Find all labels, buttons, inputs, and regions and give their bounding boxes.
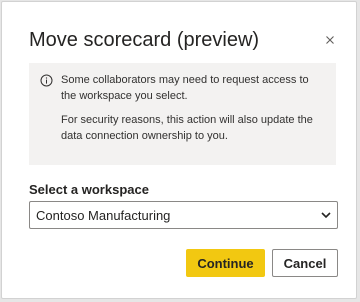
workspace-selected-value: Contoso Manufacturing	[36, 208, 171, 223]
cancel-button[interactable]: Cancel	[272, 249, 338, 277]
info-message-security: For security reasons, this action will a…	[61, 114, 313, 142]
move-scorecard-dialog: Move scorecard (preview) Some collaborat…	[1, 1, 357, 299]
workspace-select-label: Select a workspace	[29, 182, 149, 197]
info-text: Some collaborators may need to request a…	[61, 72, 326, 152]
chevron-down-icon	[321, 212, 331, 219]
info-message-panel: Some collaborators may need to request a…	[29, 63, 336, 165]
close-icon	[326, 36, 334, 44]
continue-button[interactable]: Continue	[186, 249, 265, 277]
workspace-select[interactable]: Contoso Manufacturing	[29, 201, 338, 229]
info-message-access: Some collaborators may need to request a…	[61, 74, 309, 102]
dialog-title: Move scorecard (preview)	[29, 29, 260, 51]
close-button[interactable]	[322, 32, 338, 48]
info-icon	[40, 74, 53, 87]
